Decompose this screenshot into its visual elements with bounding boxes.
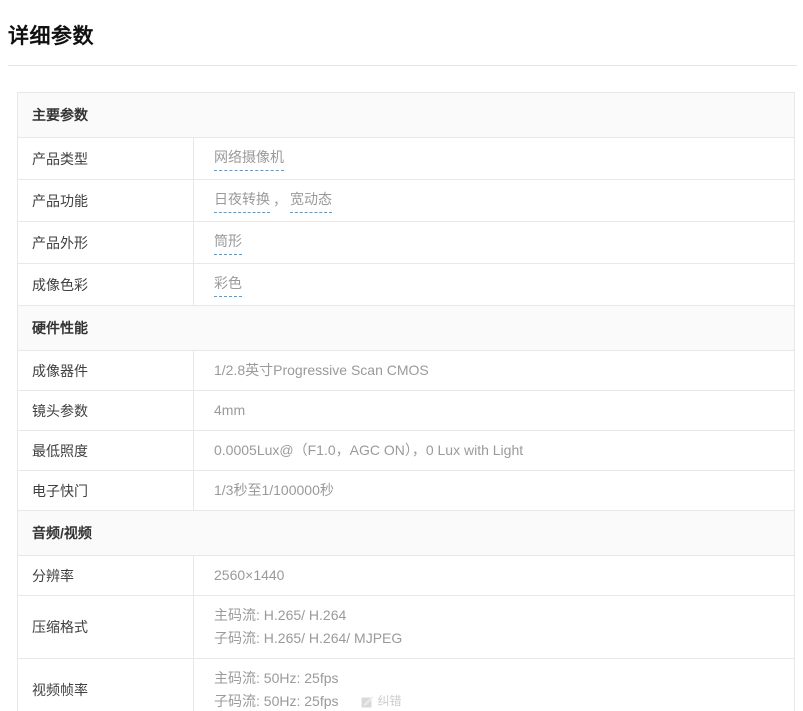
spec-value-text: 1/2.8英寸Progressive Scan CMOS xyxy=(214,359,429,382)
spec-value-line: 子码流: 50Hz: 25fps 纠错 xyxy=(214,690,794,711)
spec-table: 主要参数产品类型 网络摄像机产品功能 日夜转换，宽动态产品外形 筒形成像色彩 彩色硬件性… xyxy=(17,92,795,711)
spec-label-cell: 电子快门 xyxy=(18,471,194,510)
spec-label-cell: 成像色彩 xyxy=(18,264,194,305)
error-correction-link[interactable]: 纠错 xyxy=(361,690,402,711)
spec-row: 分辨率 2560×1440 xyxy=(18,556,794,596)
spec-label: 电子快门 xyxy=(32,481,88,501)
spec-row: 产品功能 日夜转换，宽动态 xyxy=(18,180,794,222)
spec-value-cell: 筒形 xyxy=(194,222,794,263)
spec-value-cell: 0.0005Lux@（F1.0，AGC ON），0 Lux with Light xyxy=(194,431,794,470)
spec-value-text: 4mm xyxy=(214,399,245,422)
spec-value-text: 子码流: 50Hz: 25fps xyxy=(214,690,339,711)
spec-value-text: 0.0005Lux@（F1.0，AGC ON），0 Lux with Light xyxy=(214,439,523,462)
spec-value-cell: 主码流: 50Hz: 25fps子码流: 50Hz: 25fps 纠错 xyxy=(194,659,794,711)
spec-label: 压缩格式 xyxy=(32,617,88,637)
page-title: 详细参数 xyxy=(8,20,803,50)
spec-label-cell: 分辨率 xyxy=(18,556,194,595)
section-header: 主要参数 xyxy=(18,93,794,138)
spec-value-line: 1/2.8英寸Progressive Scan CMOS xyxy=(214,359,794,382)
spec-value-link[interactable]: 筒形 xyxy=(214,230,242,255)
spec-value-cell: 日夜转换，宽动态 xyxy=(194,180,794,221)
section-header: 硬件性能 xyxy=(18,306,794,351)
spec-row: 视频帧率 主码流: 50Hz: 25fps子码流: 50Hz: 25fps 纠错 xyxy=(18,659,794,711)
spec-value-line: 子码流: H.265/ H.264/ MJPEG xyxy=(214,627,794,650)
spec-value-text: 子码流: H.265/ H.264/ MJPEG xyxy=(214,627,402,650)
spec-value-line: 1/3秒至1/100000秒 xyxy=(214,479,794,502)
spec-value-link[interactable]: 日夜转换 xyxy=(214,188,270,213)
spec-label: 成像器件 xyxy=(32,361,88,381)
spec-label-cell: 视频帧率 xyxy=(18,659,194,711)
spec-label-cell: 产品类型 xyxy=(18,138,194,179)
spec-value-text: 主码流: H.265/ H.264 xyxy=(214,604,346,627)
spec-value-link[interactable]: 网络摄像机 xyxy=(214,146,284,171)
spec-row: 镜头参数 4mm xyxy=(18,391,794,431)
spec-value-separator: ， xyxy=(273,189,287,212)
spec-value-cell: 彩色 xyxy=(194,264,794,305)
spec-value-link[interactable]: 宽动态 xyxy=(290,188,332,213)
spec-row: 电子快门 1/3秒至1/100000秒 xyxy=(18,471,794,511)
spec-value-line: 主码流: H.265/ H.264 xyxy=(214,604,794,627)
spec-label-cell: 压缩格式 xyxy=(18,596,194,658)
spec-row: 成像色彩 彩色 xyxy=(18,264,794,306)
spec-label: 产品功能 xyxy=(32,191,88,211)
spec-value-text: 主码流: 50Hz: 25fps xyxy=(214,667,339,690)
spec-value-line: 日夜转换，宽动态 xyxy=(214,188,794,213)
spec-value-cell: 网络摄像机 xyxy=(194,138,794,179)
spec-row: 产品类型 网络摄像机 xyxy=(18,138,794,180)
spec-label: 分辨率 xyxy=(32,566,74,586)
spec-value-link[interactable]: 彩色 xyxy=(214,272,242,297)
spec-value-cell: 2560×1440 xyxy=(194,556,794,595)
section-title: 硬件性能 xyxy=(32,318,88,338)
section-title: 音频/视频 xyxy=(32,523,92,543)
spec-value-line: 筒形 xyxy=(214,230,794,255)
spec-value-cell: 1/3秒至1/100000秒 xyxy=(194,471,794,510)
spec-value-cell: 主码流: H.265/ H.264子码流: H.265/ H.264/ MJPE… xyxy=(194,596,794,658)
spec-value-line: 网络摄像机 xyxy=(214,146,794,171)
spec-value-text: 1/3秒至1/100000秒 xyxy=(214,479,334,502)
spec-value-line: 0.0005Lux@（F1.0，AGC ON），0 Lux with Light xyxy=(214,439,794,462)
spec-row: 最低照度 0.0005Lux@（F1.0，AGC ON），0 Lux with L… xyxy=(18,431,794,471)
spec-row: 成像器件 1/2.8英寸Progressive Scan CMOS xyxy=(18,351,794,391)
error-correction-label: 纠错 xyxy=(378,690,402,711)
spec-value-line: 彩色 xyxy=(214,272,794,297)
spec-label-cell: 成像器件 xyxy=(18,351,194,390)
spec-value-text: 2560×1440 xyxy=(214,564,284,587)
product-detail-page: 详细参数 主要参数产品类型 网络摄像机产品功能 日夜转换，宽动态产品外形 筒形成像色彩… xyxy=(0,20,803,711)
spec-label-cell: 产品功能 xyxy=(18,180,194,221)
spec-label: 镜头参数 xyxy=(32,401,88,421)
spec-label-cell: 最低照度 xyxy=(18,431,194,470)
spec-label: 产品类型 xyxy=(32,149,88,169)
spec-value-line: 4mm xyxy=(214,399,794,422)
spec-label-cell: 镜头参数 xyxy=(18,391,194,430)
spec-value-line: 主码流: 50Hz: 25fps xyxy=(214,667,794,690)
spec-value-line: 2560×1440 xyxy=(214,564,794,587)
spec-row: 压缩格式 主码流: H.265/ H.264子码流: H.265/ H.264/ … xyxy=(18,596,794,659)
section-title: 主要参数 xyxy=(32,105,88,125)
spec-label: 视频帧率 xyxy=(32,680,88,700)
spec-label: 产品外形 xyxy=(32,233,88,253)
edit-icon xyxy=(361,695,374,708)
spec-label-cell: 产品外形 xyxy=(18,222,194,263)
title-divider xyxy=(8,65,797,66)
spec-value-cell: 1/2.8英寸Progressive Scan CMOS xyxy=(194,351,794,390)
spec-label: 成像色彩 xyxy=(32,275,88,295)
spec-value-cell: 4mm xyxy=(194,391,794,430)
section-header: 音频/视频 xyxy=(18,511,794,556)
spec-label: 最低照度 xyxy=(32,441,88,461)
spec-row: 产品外形 筒形 xyxy=(18,222,794,264)
